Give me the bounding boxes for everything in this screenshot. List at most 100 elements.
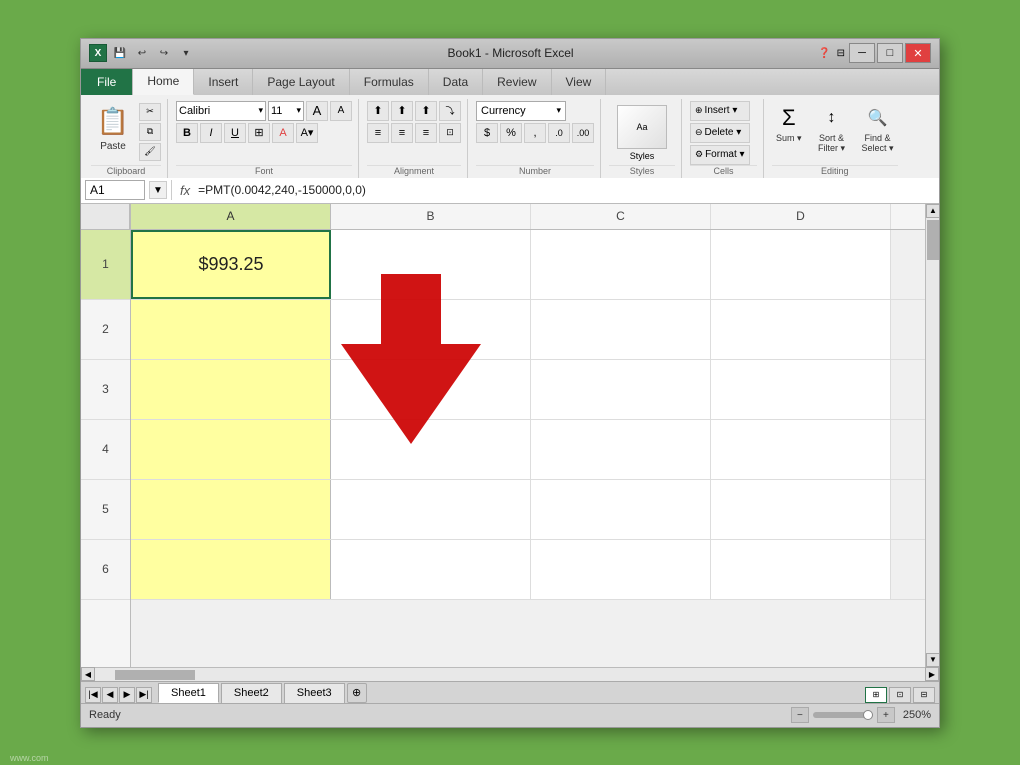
undo-quick-btn[interactable]: ↩ bbox=[133, 44, 151, 62]
horizontal-scrollbar[interactable]: ◀ ▶ bbox=[81, 667, 939, 681]
col-header-c[interactable]: C bbox=[531, 204, 711, 229]
format-cells-btn[interactable]: ⚙ Format ▾ bbox=[690, 145, 750, 165]
styles-button[interactable]: Aa Styles bbox=[609, 103, 675, 163]
cell-c5[interactable] bbox=[531, 480, 711, 539]
sheet-tab-add[interactable]: ⊕ bbox=[347, 683, 367, 703]
cell-b5[interactable] bbox=[331, 480, 531, 539]
cell-a3[interactable] bbox=[131, 360, 331, 419]
italic-button[interactable]: I bbox=[200, 123, 222, 143]
delete-cells-btn[interactable]: ⊖ Delete ▾ bbox=[690, 123, 750, 143]
close-btn[interactable]: ✕ bbox=[905, 43, 931, 63]
scroll-down-btn[interactable]: ▼ bbox=[926, 653, 939, 667]
percent-btn[interactable]: % bbox=[500, 123, 522, 143]
tab-file[interactable]: File bbox=[81, 69, 133, 95]
cell-a1[interactable]: $993.25 bbox=[131, 230, 331, 299]
help-btn[interactable]: ❓ bbox=[818, 48, 830, 59]
row-header-6[interactable]: 6 bbox=[81, 540, 130, 600]
cell-reference-box[interactable]: A1 bbox=[85, 180, 145, 200]
row-header-3[interactable]: 3 bbox=[81, 360, 130, 420]
font-increase-btn[interactable]: A bbox=[306, 101, 328, 121]
tab-data[interactable]: Data bbox=[429, 69, 483, 95]
h-scroll-thumb[interactable] bbox=[115, 670, 195, 680]
row-header-4[interactable]: 4 bbox=[81, 420, 130, 480]
normal-view-icon[interactable]: ⊞ bbox=[865, 687, 887, 703]
cell-b1[interactable] bbox=[331, 230, 531, 299]
qa-dropdown-btn[interactable]: ▾ bbox=[177, 44, 195, 62]
zoom-slider[interactable] bbox=[813, 712, 873, 718]
col-header-b[interactable]: B bbox=[331, 204, 531, 229]
tab-formulas[interactable]: Formulas bbox=[350, 69, 429, 95]
page-layout-view-icon[interactable]: ⊡ bbox=[889, 687, 911, 703]
scroll-left-btn[interactable]: ◀ bbox=[81, 667, 95, 681]
cell-c4[interactable] bbox=[531, 420, 711, 479]
cell-a5[interactable] bbox=[131, 480, 331, 539]
cell-b2[interactable] bbox=[331, 300, 531, 359]
decrease-decimal-btn[interactable]: .00 bbox=[572, 123, 594, 143]
minimize-btn[interactable]: ─ bbox=[849, 43, 875, 63]
cell-c3[interactable] bbox=[531, 360, 711, 419]
cell-d6[interactable] bbox=[711, 540, 891, 599]
format-painter-button[interactable]: 🖌 bbox=[139, 143, 161, 161]
tab-review[interactable]: Review bbox=[483, 69, 551, 95]
cell-c2[interactable] bbox=[531, 300, 711, 359]
zoom-in-btn[interactable]: + bbox=[877, 707, 895, 723]
col-header-a[interactable]: A bbox=[131, 204, 331, 229]
sheet-first-btn[interactable]: |◀ bbox=[85, 687, 101, 703]
scroll-track[interactable] bbox=[926, 218, 939, 653]
cell-d3[interactable] bbox=[711, 360, 891, 419]
cell-d2[interactable] bbox=[711, 300, 891, 359]
ribbon-toggle-btn[interactable]: ⊟ bbox=[837, 48, 845, 59]
sum-button[interactable]: Σ Sum ▾ bbox=[772, 101, 806, 146]
scroll-up-btn[interactable]: ▲ bbox=[926, 204, 939, 218]
increase-decimal-btn[interactable]: .0 bbox=[548, 123, 570, 143]
cell-a4[interactable] bbox=[131, 420, 331, 479]
row-header-5[interactable]: 5 bbox=[81, 480, 130, 540]
sort-filter-button[interactable]: ↕ Sort &Filter ▾ bbox=[812, 101, 852, 156]
cell-d4[interactable] bbox=[711, 420, 891, 479]
wrap-text-btn[interactable]: ⤵ bbox=[439, 101, 461, 121]
merge-btn[interactable]: ⊡ bbox=[439, 123, 461, 143]
underline-button[interactable]: U bbox=[224, 123, 246, 143]
save-quick-btn[interactable]: 💾 bbox=[111, 44, 129, 62]
font-family-selector[interactable]: Calibri ▾ bbox=[176, 101, 266, 121]
tab-view[interactable]: View bbox=[552, 69, 607, 95]
cell-d5[interactable] bbox=[711, 480, 891, 539]
zoom-out-btn[interactable]: − bbox=[791, 707, 809, 723]
align-bottom-btn[interactable]: ⬆ bbox=[415, 101, 437, 121]
number-format-selector[interactable]: Currency ▾ bbox=[476, 101, 566, 121]
font-color-button[interactable]: A▾ bbox=[296, 123, 318, 143]
cell-b3[interactable] bbox=[331, 360, 531, 419]
redo-quick-btn[interactable]: ↪ bbox=[155, 44, 173, 62]
formula-expand-btn[interactable]: ▼ bbox=[149, 181, 167, 199]
col-header-d[interactable]: D bbox=[711, 204, 891, 229]
sheet-last-btn[interactable]: ▶| bbox=[136, 687, 152, 703]
row-header-1[interactable]: 1 bbox=[81, 230, 130, 300]
font-size-selector[interactable]: 11 ▾ bbox=[268, 101, 304, 121]
cell-d1[interactable] bbox=[711, 230, 891, 299]
copy-button[interactable]: ⧉ bbox=[139, 123, 161, 141]
sheet-tab-3[interactable]: Sheet3 bbox=[284, 683, 345, 703]
tab-insert[interactable]: Insert bbox=[194, 69, 253, 95]
find-select-button[interactable]: 🔍 Find &Select ▾ bbox=[858, 101, 898, 156]
cell-c6[interactable] bbox=[531, 540, 711, 599]
align-right-btn[interactable]: ≡ bbox=[415, 123, 437, 143]
formula-input[interactable]: =PMT(0.0042,240,-150000,0,0) bbox=[198, 183, 935, 197]
sheet-tab-2[interactable]: Sheet2 bbox=[221, 683, 282, 703]
align-top-btn[interactable]: ⬆ bbox=[367, 101, 389, 121]
vertical-scrollbar[interactable]: ▲ ▼ bbox=[925, 204, 939, 667]
align-left-btn[interactable]: ≡ bbox=[367, 123, 389, 143]
cut-button[interactable]: ✂ bbox=[139, 103, 161, 121]
sheet-tab-1[interactable]: Sheet1 bbox=[158, 683, 219, 703]
tab-page-layout[interactable]: Page Layout bbox=[253, 69, 349, 95]
cell-b4[interactable] bbox=[331, 420, 531, 479]
border-button[interactable]: ⊞ bbox=[248, 123, 270, 143]
align-middle-btn[interactable]: ⬆ bbox=[391, 101, 413, 121]
scroll-right-btn[interactable]: ▶ bbox=[925, 667, 939, 681]
dollar-btn[interactable]: $ bbox=[476, 123, 498, 143]
sheet-prev-btn[interactable]: ◀ bbox=[102, 687, 118, 703]
paste-button[interactable]: 📋 Paste bbox=[91, 101, 135, 154]
cell-c1[interactable] bbox=[531, 230, 711, 299]
scroll-thumb[interactable] bbox=[927, 220, 939, 260]
cell-a2[interactable] bbox=[131, 300, 331, 359]
sheet-next-btn[interactable]: ▶ bbox=[119, 687, 135, 703]
